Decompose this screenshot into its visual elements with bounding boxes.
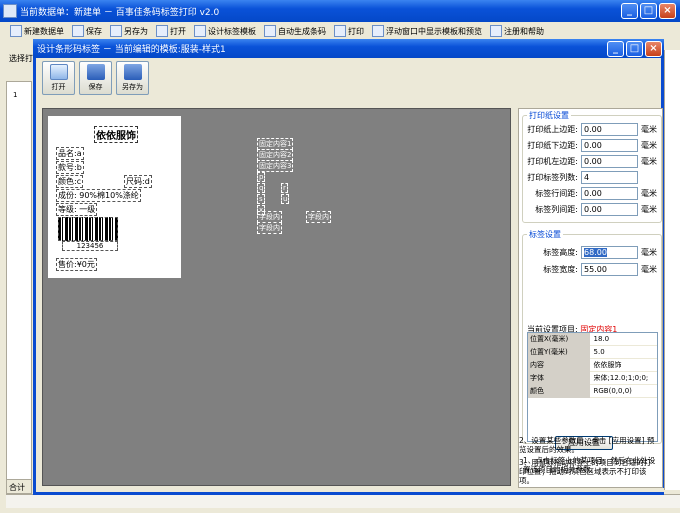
main-title-bar: 当前数据单：新建单 － 百事佳条码标签打印 v2.0 _ □ × xyxy=(0,0,680,22)
toolbar-help-button[interactable]: 注册和帮助 xyxy=(490,25,544,37)
printer-left-margin-input[interactable]: 0.00 xyxy=(581,154,638,168)
dialog-toolbar: 打开 保存 另存为 xyxy=(42,61,149,99)
paper-bottom-margin-input[interactable]: 0.00 xyxy=(581,138,638,152)
float-window-icon xyxy=(372,25,384,37)
property-row[interactable]: 位置Y(毫米) 5.0 xyxy=(528,345,657,359)
app-icon xyxy=(3,4,17,18)
property-table[interactable]: 位置X(毫米) 18.0 位置Y(毫米) 5.0 内容 依依服饰 字体 宋体;12.0;… xyxy=(527,332,658,442)
grid-right-edge xyxy=(664,50,680,490)
label-columns-row: 打印标签列数: 4 xyxy=(523,170,663,184)
save-as-icon xyxy=(123,64,142,80)
paper-top-margin-input[interactable]: 0.00 xyxy=(581,122,638,136)
ghost-field[interactable]: 字段内 xyxy=(257,222,282,234)
toolbar-new-data-button[interactable]: 新建数据单 xyxy=(10,25,64,37)
label-field-grade[interactable]: 等级: 一级 xyxy=(56,203,98,216)
label-height-input[interactable]: 68.00 xyxy=(581,245,638,259)
paper-top-margin-row: 打印纸上边距: 0.00 毫米 xyxy=(527,122,657,136)
label-barcode-number[interactable]: 123456 xyxy=(62,241,118,251)
label-col-spacing-input[interactable]: 0.00 xyxy=(581,202,638,216)
barcode-generate-icon xyxy=(264,25,276,37)
label-height-row: 标签高度: 68.00 毫米 xyxy=(543,245,657,259)
footer-total: 合计 xyxy=(6,479,32,494)
main-toolbar: 新建数据单 保存 另存为 打开 设计标签模板 自动生成条码 打印 浮动窗口中显示… xyxy=(0,22,680,40)
data-grid[interactable] xyxy=(6,68,32,493)
dialog-save-as-button[interactable]: 另存为 xyxy=(116,61,149,95)
toolbar-design-template-button[interactable]: 设计标签模板 xyxy=(194,25,256,37)
ghost-field[interactable]: s xyxy=(257,194,265,204)
ghost-field[interactable]: 固定内容3 xyxy=(257,160,294,172)
grid-row-number: 1 xyxy=(13,91,18,99)
help-note-3: 3、用鼠标拖动标签上的项目到合适的打印位置；拖动到灰色区域表示不打印该项。 xyxy=(519,458,652,485)
paper-bottom-margin-row: 打印纸下边距: 0.00 毫米 xyxy=(527,138,657,152)
close-button[interactable]: × xyxy=(659,3,676,19)
printer-left-margin-row: 打印机左边距: 0.00 毫米 xyxy=(527,154,657,168)
dialog-bottom xyxy=(42,488,664,492)
label-title-field[interactable]: 依依服饰 xyxy=(94,126,138,143)
ghost-field[interactable]: u xyxy=(281,194,290,204)
barcode-design-icon xyxy=(194,25,206,37)
toolbar-float-window-button[interactable]: 浮动窗口中显示模板和预览 xyxy=(372,25,482,37)
toolbar-open-button[interactable]: 打开 xyxy=(156,25,186,37)
ghost-field[interactable]: p xyxy=(257,172,266,182)
label-width-row: 标签宽度: 55.00 毫米 xyxy=(543,262,657,276)
property-row[interactable]: 内容 依依服饰 xyxy=(528,358,657,372)
design-canvas[interactable]: 依依服饰 品名:a 款号:b 颜色:c 尺码:d 成份: 90%棉10%涤纶 等… xyxy=(42,108,511,486)
label-width-input[interactable]: 55.00 xyxy=(581,262,638,276)
help-note-2: 2、设置某些参数后，点击 [应用设置] 预览设置后的效果。 xyxy=(519,436,655,454)
label-field-color[interactable]: 颜色:c xyxy=(56,175,84,188)
dialog-close-button[interactable]: × xyxy=(645,41,662,57)
ghost-field[interactable]: r xyxy=(281,183,288,193)
toolbar-print-button[interactable]: 打印 xyxy=(334,25,364,37)
dialog-minimize-button[interactable]: _ xyxy=(607,41,624,57)
save-as-icon xyxy=(110,25,122,37)
printer-icon xyxy=(334,25,346,37)
label-preview[interactable]: 依依服饰 品名:a 款号:b 颜色:c 尺码:d 成份: 90%棉10%涤纶 等… xyxy=(48,116,181,278)
help-icon xyxy=(490,25,502,37)
main-window-title: 当前数据单：新建单 － 百事佳条码标签打印 v2.0 xyxy=(20,7,220,18)
open-icon xyxy=(49,64,68,80)
horizontal-scrollbar[interactable] xyxy=(6,494,680,508)
property-row[interactable]: 颜色 RGB(0,0,0) xyxy=(528,384,657,398)
print-paper-group: 打印纸设置 打印纸上边距: 0.00 毫米 打印纸下边距: 0.00 毫米 打印机左边距… xyxy=(522,110,663,223)
dialog-title-bar: 设计条形码标签 － 当前编辑的模板:服装-样式1 _ □ × xyxy=(33,39,664,58)
save-icon xyxy=(72,25,84,37)
label-field-price[interactable]: 售价:¥0元 xyxy=(56,258,97,271)
minimize-button[interactable]: _ xyxy=(621,3,638,19)
select-label: 选择打 xyxy=(9,54,33,63)
print-paper-title: 打印纸设置 xyxy=(527,110,571,121)
label-settings-title: 标签设置 xyxy=(527,229,563,240)
label-field-style[interactable]: 款号:b xyxy=(56,161,84,174)
dialog-save-button[interactable]: 保存 xyxy=(79,61,112,95)
label-row-spacing-input[interactable]: 0.00 xyxy=(581,186,638,200)
save-icon xyxy=(86,64,105,80)
label-field-name[interactable]: 品名:a xyxy=(56,147,84,160)
dialog-maximize-button[interactable]: □ xyxy=(626,41,643,57)
label-row-spacing-row: 标签行间距: 0.00 毫米 xyxy=(535,186,657,200)
ghost-field[interactable]: q xyxy=(257,183,266,193)
folder-open-icon xyxy=(156,25,168,37)
toolbar-save-as-button[interactable]: 另存为 xyxy=(110,25,148,37)
settings-panel: 打印纸设置 打印纸上边距: 0.00 毫米 打印纸下边距: 0.00 毫米 打印机左边距… xyxy=(518,108,663,488)
property-row[interactable]: 位置X(毫米) 18.0 xyxy=(528,332,657,346)
ghost-field[interactable]: 字段内 xyxy=(306,211,331,223)
new-document-icon xyxy=(10,25,22,37)
grid-header xyxy=(6,68,32,82)
label-field-size[interactable]: 尺码:d xyxy=(124,175,152,188)
design-label-dialog: 设计条形码标签 － 当前编辑的模板:服装-样式1 _ □ × 打开 保存 另存为… xyxy=(33,39,664,495)
dialog-title: 设计条形码标签 － 当前编辑的模板:服装-样式1 xyxy=(37,45,226,55)
dialog-open-button[interactable]: 打开 xyxy=(42,61,75,95)
label-col-spacing-row: 标签列间距: 0.00 毫米 xyxy=(535,202,657,216)
label-columns-input[interactable]: 4 xyxy=(581,170,638,184)
label-field-composition[interactable]: 成份: 90%棉10%涤纶 xyxy=(56,189,141,202)
maximize-button[interactable]: □ xyxy=(640,3,657,19)
label-barcode[interactable] xyxy=(58,217,118,241)
toolbar-save-button[interactable]: 保存 xyxy=(72,25,102,37)
property-row[interactable]: 字体 宋体;12.0;1;0;0; xyxy=(528,371,657,385)
toolbar-auto-barcode-button[interactable]: 自动生成条码 xyxy=(264,25,326,37)
